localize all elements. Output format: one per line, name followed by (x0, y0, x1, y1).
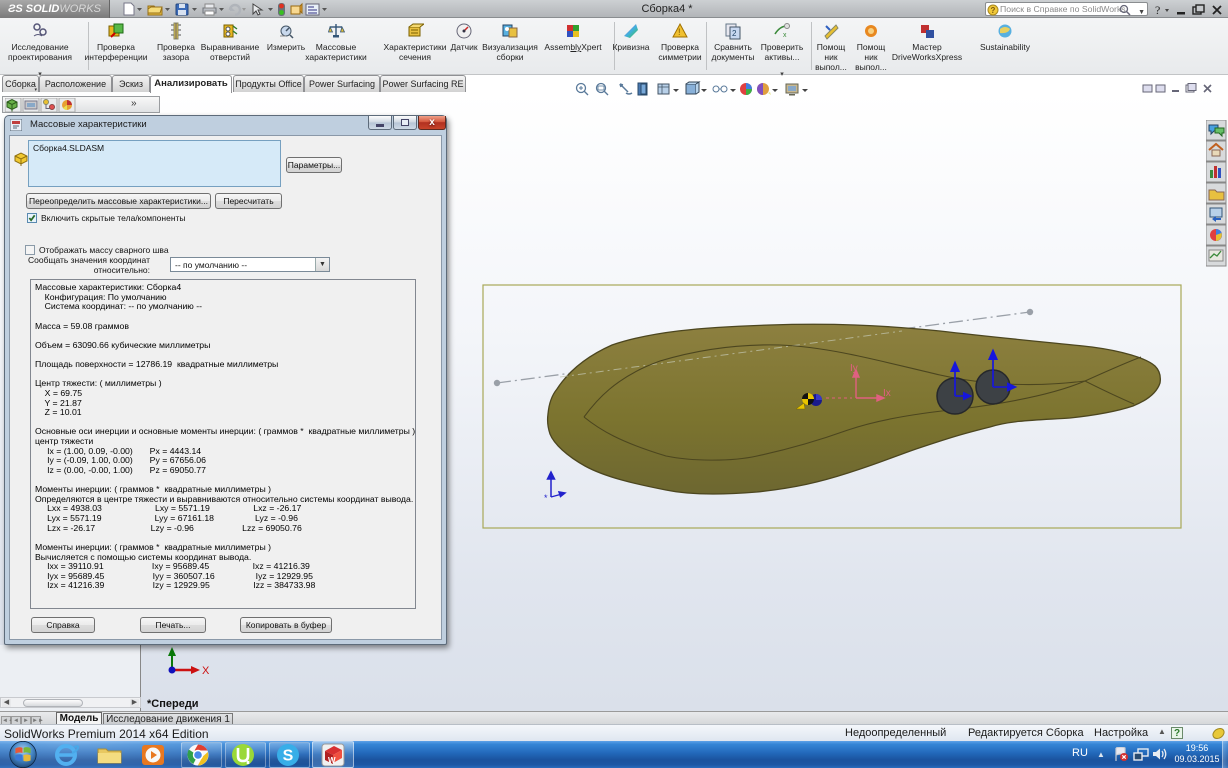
svg-text:*: * (544, 493, 548, 503)
svg-text:?: ? (991, 6, 996, 15)
svg-text:S: S (283, 748, 294, 765)
svg-text:2: 2 (732, 29, 737, 38)
svg-text:X: X (202, 665, 210, 677)
svg-text:Ix: Ix (883, 388, 891, 399)
svg-text:x: x (783, 32, 787, 39)
svg-text:Iy: Iy (850, 363, 858, 374)
svg-text:!: ! (678, 27, 681, 37)
svg-text:*Спереди: *Спереди (147, 698, 199, 710)
svg-text:W: W (328, 756, 336, 765)
svg-text:?: ? (1155, 3, 1160, 17)
